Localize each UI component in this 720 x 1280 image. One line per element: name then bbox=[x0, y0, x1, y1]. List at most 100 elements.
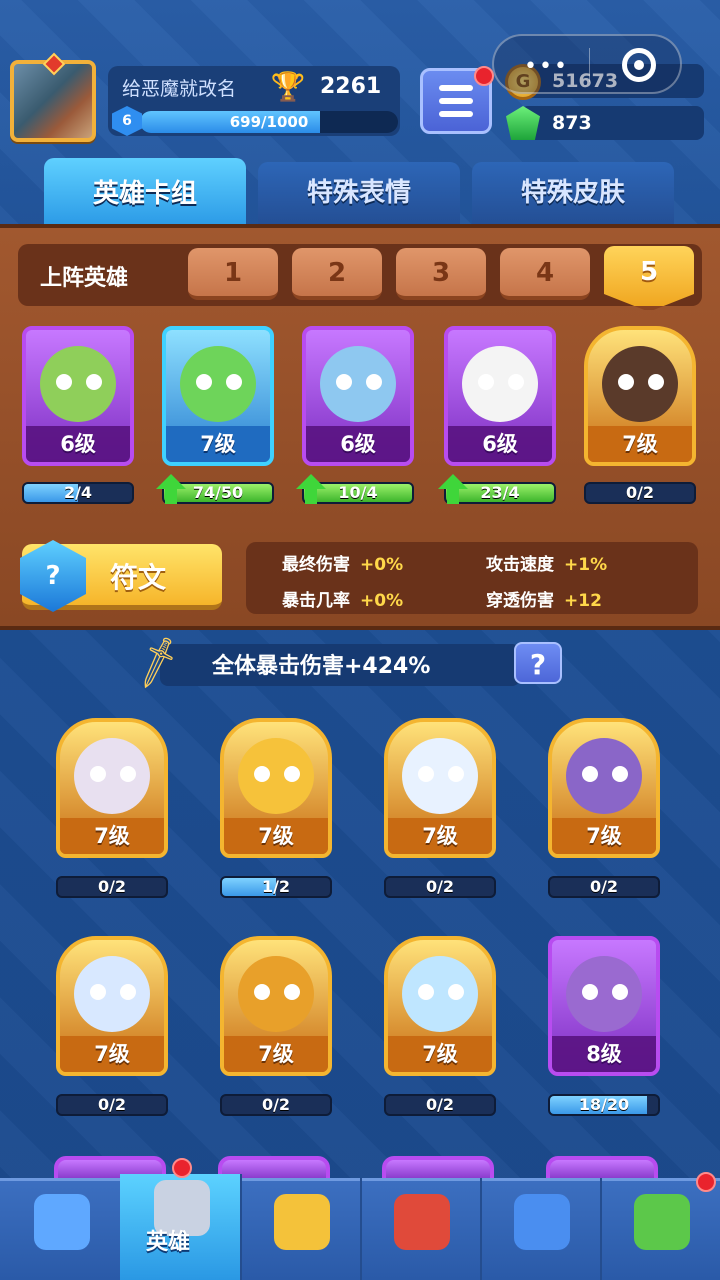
hero-eye bbox=[612, 984, 628, 1000]
hero-card-progress-bar: 0/2 bbox=[548, 876, 660, 898]
menu-line bbox=[439, 85, 473, 91]
hero-card-progress-bar: 0/2 bbox=[584, 482, 696, 504]
hero-level: 6级 bbox=[448, 426, 552, 462]
hero-level: 7级 bbox=[388, 1036, 492, 1072]
close-miniprogram-icon[interactable] bbox=[622, 48, 656, 82]
hero-portrait bbox=[74, 956, 150, 1032]
hero-portrait bbox=[238, 956, 314, 1032]
hero-portrait bbox=[320, 346, 396, 422]
tab-special-emotes[interactable]: 特殊表情 bbox=[258, 162, 460, 224]
hero-eye bbox=[120, 766, 136, 782]
nav-notification-dot bbox=[696, 1172, 716, 1192]
gem-display bbox=[520, 106, 704, 140]
chest-icon bbox=[34, 1194, 90, 1250]
hero-level: 7级 bbox=[224, 1036, 328, 1072]
nav-swords[interactable] bbox=[240, 1178, 362, 1280]
hero-portrait bbox=[238, 738, 314, 814]
miniprogram-capsule: ••• bbox=[492, 34, 682, 94]
collection-hero-card[interactable]: 7级 bbox=[384, 936, 496, 1076]
stat-final-damage: 最终伤害 +0% bbox=[282, 550, 403, 575]
hero-level: 7级 bbox=[60, 818, 164, 854]
progress-text: 0/2 bbox=[97, 877, 127, 896]
stat-crit-chance: 暴击几率 +0% bbox=[282, 586, 403, 611]
progress-text: 0/2 bbox=[97, 1095, 127, 1114]
team-hero-card[interactable]: 6级 bbox=[302, 326, 414, 466]
hero-card-progress-bar: 0/2 bbox=[56, 876, 168, 898]
hero-card-progress-bar: 1/2 bbox=[220, 876, 332, 898]
nav-sprout[interactable] bbox=[600, 1178, 720, 1280]
collection-hero-card[interactable]: 7级 bbox=[220, 936, 332, 1076]
hero-level: 7级 bbox=[552, 818, 656, 854]
nav-notification-dot bbox=[172, 1158, 192, 1178]
collection-hero-card[interactable]: 7级 bbox=[56, 718, 168, 858]
collection-hero-card[interactable]: 7级 bbox=[384, 718, 496, 858]
hero-level: 7级 bbox=[60, 1036, 164, 1072]
stat-value: +0% bbox=[360, 555, 404, 575]
team-hero-card[interactable]: 6级 bbox=[444, 326, 556, 466]
nav-crown-shield[interactable] bbox=[360, 1178, 482, 1280]
hero-eye bbox=[618, 374, 634, 390]
nav-chest[interactable] bbox=[0, 1178, 122, 1280]
rune-label: 符文 bbox=[110, 561, 167, 594]
trophy-count: 2261 bbox=[320, 74, 382, 99]
player-name: 给恶魔就改名 bbox=[122, 78, 237, 100]
hero-card-progress-bar: 0/2 bbox=[384, 1094, 496, 1116]
team-hero-card[interactable]: 7级 bbox=[162, 326, 274, 466]
hero-eye bbox=[196, 374, 212, 390]
deck-slot-3[interactable]: 3 bbox=[396, 248, 486, 300]
progress-text: 0/2 bbox=[425, 1095, 455, 1114]
hero-card-progress-bar: 0/2 bbox=[384, 876, 496, 898]
hero-level: 7级 bbox=[166, 426, 270, 462]
deck-slot-1[interactable]: 1 bbox=[188, 248, 278, 300]
hero-eye bbox=[90, 984, 106, 1000]
hero-eye bbox=[120, 984, 136, 1000]
progress-text: 1/2 bbox=[261, 877, 291, 896]
hero-eye bbox=[284, 984, 300, 1000]
tab-hero-deck[interactable]: 英雄卡组 bbox=[44, 158, 246, 226]
hero-eye bbox=[648, 374, 664, 390]
progress-text: 2/4 bbox=[63, 483, 93, 502]
hero-eye bbox=[56, 374, 72, 390]
hero-card-progress-bar: 18/20 bbox=[548, 1094, 660, 1116]
swords-icon bbox=[274, 1194, 330, 1250]
stat-label: 攻击速度 bbox=[486, 555, 554, 575]
nav-label-heroes: 英雄 bbox=[146, 1230, 191, 1255]
hero-portrait bbox=[462, 346, 538, 422]
team-hero-card[interactable]: 7级 bbox=[584, 326, 696, 466]
collection-hero-card[interactable]: 7级 bbox=[548, 718, 660, 858]
deck-slot-4[interactable]: 4 bbox=[500, 248, 590, 300]
hero-portrait bbox=[74, 738, 150, 814]
progress-text: 0/2 bbox=[261, 1095, 291, 1114]
progress-text: 0/2 bbox=[425, 877, 455, 896]
tab-special-skins[interactable]: 特殊皮肤 bbox=[472, 162, 674, 224]
hero-portrait bbox=[40, 346, 116, 422]
stat-attack-speed: 攻击速度 +1% bbox=[486, 550, 607, 575]
more-options-icon[interactable]: ••• bbox=[524, 54, 569, 79]
hero-card-progress-bar: 2/4 bbox=[22, 482, 134, 504]
deck-slot-2[interactable]: 2 bbox=[292, 248, 382, 300]
hero-eye bbox=[448, 984, 464, 1000]
guild-banner-icon bbox=[514, 1194, 570, 1250]
team-hero-card[interactable]: 6级 bbox=[22, 326, 134, 466]
trophy-icon: 🏆 bbox=[270, 70, 306, 103]
hero-eye bbox=[86, 374, 102, 390]
collection-hero-card[interactable]: 8级 bbox=[548, 936, 660, 1076]
hero-card-progress-bar: 0/2 bbox=[56, 1094, 168, 1116]
hero-eye bbox=[418, 984, 434, 1000]
hero-level: 8级 bbox=[552, 1036, 656, 1072]
nav-guild-banner[interactable] bbox=[480, 1178, 602, 1280]
team-heroes-label: 上阵英雄 bbox=[40, 266, 129, 291]
help-button[interactable]: ? bbox=[514, 642, 562, 684]
hero-portrait bbox=[566, 738, 642, 814]
player-avatar[interactable] bbox=[10, 52, 96, 142]
hero-level: 6级 bbox=[26, 426, 130, 462]
menu-line bbox=[439, 98, 473, 104]
hero-eye bbox=[508, 374, 524, 390]
collection-hero-card[interactable]: 7级 bbox=[56, 936, 168, 1076]
stat-pierce-damage: 穿透伤害 +12 bbox=[486, 586, 602, 611]
collection-hero-card[interactable]: 7级 bbox=[220, 718, 332, 858]
hero-portrait bbox=[602, 346, 678, 422]
hero-portrait bbox=[566, 956, 642, 1032]
hero-level: 7级 bbox=[388, 818, 492, 854]
hero-eye bbox=[90, 766, 106, 782]
